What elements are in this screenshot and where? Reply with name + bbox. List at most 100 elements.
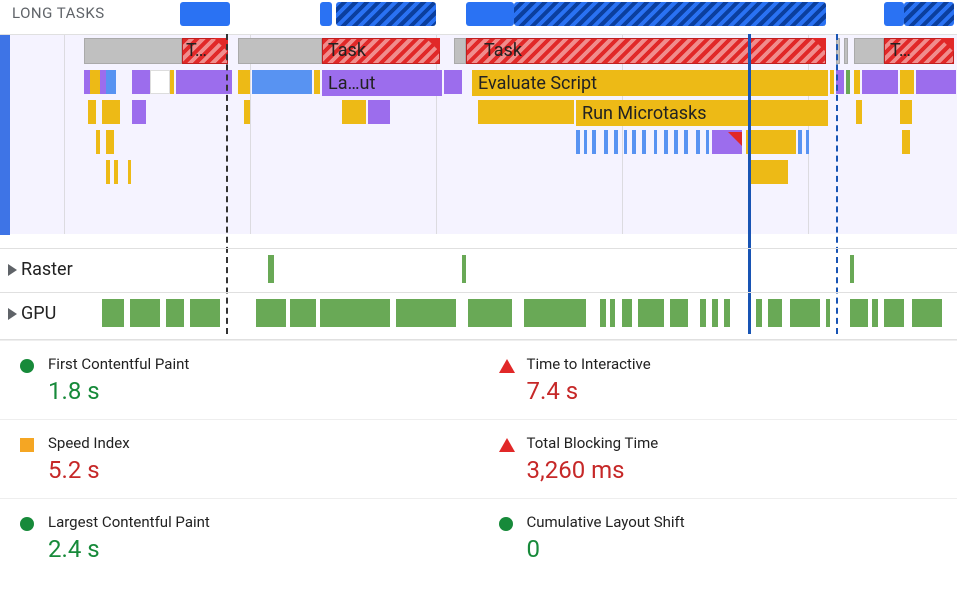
- raster-event[interactable]: [268, 255, 274, 283]
- gpu-event[interactable]: [670, 299, 688, 327]
- task-bar[interactable]: [854, 38, 884, 64]
- script-event[interactable]: [88, 100, 96, 124]
- gpu-event[interactable]: [130, 299, 160, 327]
- gpu-event[interactable]: [396, 299, 456, 327]
- gpu-event[interactable]: [790, 299, 820, 327]
- layout-event[interactable]: [368, 100, 390, 124]
- long-task-block-hatched[interactable]: [336, 2, 436, 26]
- layout-event[interactable]: [444, 70, 462, 94]
- script-event[interactable]: [900, 100, 912, 124]
- script-event[interactable]: [106, 130, 114, 154]
- loading-event[interactable]: [806, 130, 809, 154]
- metric-speed-index[interactable]: Speed Index 5.2 s: [0, 419, 479, 498]
- loading-event[interactable]: [654, 130, 657, 154]
- loading-event[interactable]: [592, 130, 596, 154]
- raster-track[interactable]: Raster: [0, 248, 957, 292]
- gpu-event[interactable]: [166, 299, 184, 327]
- expand-icon[interactable]: [8, 308, 17, 320]
- loading-event[interactable]: [252, 70, 312, 94]
- script-event[interactable]: [748, 160, 788, 184]
- gpu-event[interactable]: [724, 299, 730, 327]
- script-event[interactable]: [314, 70, 320, 94]
- loading-event[interactable]: [706, 130, 709, 154]
- script-event[interactable]: [244, 100, 250, 124]
- script-event[interactable]: [900, 70, 914, 94]
- task-bar[interactable]: [844, 38, 848, 64]
- layout-event[interactable]: La…ut: [322, 70, 442, 96]
- gpu-event[interactable]: [190, 299, 220, 327]
- script-event[interactable]: [478, 100, 574, 124]
- loading-event[interactable]: [624, 130, 627, 154]
- expand-icon[interactable]: [8, 264, 17, 276]
- loading-event[interactable]: [664, 130, 668, 154]
- loading-event[interactable]: [106, 70, 116, 94]
- script-event[interactable]: [830, 70, 834, 94]
- script-event[interactable]: [746, 130, 796, 154]
- task-bar[interactable]: [454, 38, 466, 64]
- raster-event[interactable]: [850, 255, 854, 283]
- script-event[interactable]: [114, 160, 118, 184]
- loading-event[interactable]: [684, 130, 688, 154]
- gpu-event[interactable]: [524, 299, 586, 327]
- loading-event[interactable]: [604, 130, 608, 154]
- script-event[interactable]: [102, 100, 120, 124]
- script-event[interactable]: [856, 100, 862, 124]
- gpu-event[interactable]: [102, 299, 124, 327]
- gpu-event[interactable]: [290, 299, 316, 327]
- script-event[interactable]: [128, 160, 131, 184]
- gpu-event[interactable]: [884, 299, 904, 327]
- metric-cls[interactable]: Cumulative Layout Shift 0: [479, 498, 957, 577]
- long-task-block[interactable]: [466, 2, 514, 26]
- gpu-event[interactable]: [468, 299, 512, 327]
- gpu-event[interactable]: [256, 299, 286, 327]
- long-task-block[interactable]: [180, 2, 230, 26]
- gpu-event[interactable]: [700, 299, 706, 327]
- layout-event[interactable]: [132, 70, 150, 94]
- run-microtasks[interactable]: Run Microtasks: [576, 100, 828, 126]
- metric-lcp[interactable]: Largest Contentful Paint 2.4 s: [0, 498, 479, 577]
- script-event[interactable]: [342, 100, 366, 124]
- metric-tbt[interactable]: Total Blocking Time 3,260 ms: [479, 419, 957, 498]
- metric-fcp[interactable]: First Contentful Paint 1.8 s: [0, 340, 479, 419]
- task-bar[interactable]: [84, 38, 182, 64]
- idle-event[interactable]: [150, 70, 170, 94]
- loading-event[interactable]: [642, 130, 646, 154]
- gpu-event[interactable]: [622, 299, 632, 327]
- loading-event[interactable]: [584, 130, 587, 154]
- loading-event[interactable]: [614, 130, 618, 154]
- script-event[interactable]: [902, 130, 910, 154]
- script-event[interactable]: [238, 70, 250, 94]
- script-event[interactable]: [170, 70, 174, 94]
- loading-event[interactable]: [798, 130, 802, 154]
- gpu-event[interactable]: [872, 299, 878, 327]
- gpu-event[interactable]: [912, 299, 942, 327]
- script-event[interactable]: [854, 70, 860, 94]
- script-event[interactable]: [106, 160, 110, 184]
- long-task-block[interactable]: [884, 2, 904, 26]
- task-bar[interactable]: [238, 38, 322, 64]
- gpu-event[interactable]: [638, 299, 664, 327]
- gpu-event[interactable]: [768, 299, 782, 327]
- gpu-event[interactable]: [850, 299, 868, 327]
- gpu-event[interactable]: [756, 299, 762, 327]
- script-event[interactable]: [90, 70, 100, 94]
- gpu-event[interactable]: [712, 299, 718, 327]
- raster-event[interactable]: [462, 255, 466, 283]
- loading-event[interactable]: [674, 130, 678, 154]
- gpu-track[interactable]: GPU: [0, 292, 957, 336]
- gpu-event[interactable]: [610, 299, 615, 327]
- layout-event[interactable]: [176, 70, 232, 94]
- performance-flame-chart[interactable]: LONG TASKS T… Task Task T…: [0, 0, 957, 340]
- script-event[interactable]: [96, 130, 100, 154]
- layout-event[interactable]: [916, 70, 956, 94]
- long-task-block-hatched[interactable]: [514, 2, 826, 26]
- paint-event[interactable]: [846, 70, 850, 94]
- loading-event[interactable]: [576, 130, 580, 154]
- loading-event[interactable]: [696, 130, 700, 154]
- evaluate-script[interactable]: Evaluate Script: [472, 70, 828, 96]
- layout-event[interactable]: [862, 70, 898, 94]
- gpu-event[interactable]: [320, 299, 390, 327]
- long-task-block[interactable]: [320, 2, 332, 26]
- long-task-block-hatched[interactable]: [904, 2, 954, 26]
- gpu-event[interactable]: [826, 299, 830, 327]
